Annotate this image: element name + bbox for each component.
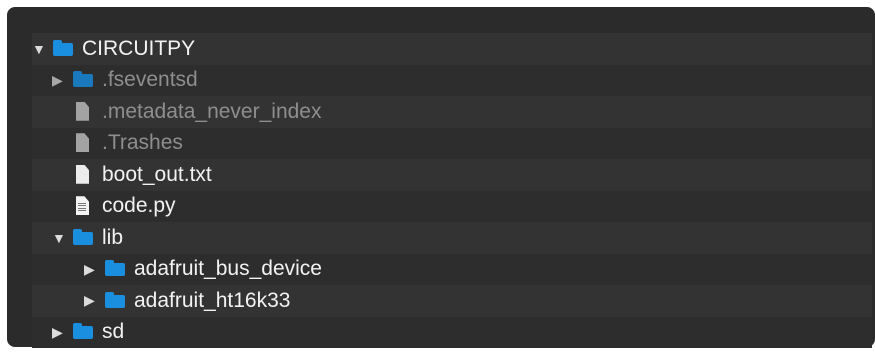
disclosure-collapsed-icon[interactable]: ▶ [52,324,72,341]
python-file-icon [72,195,94,217]
disclosure-expanded-icon[interactable]: ▼ [52,230,72,246]
tree-row-sd[interactable]: ▶ sd [32,316,872,348]
tree-row-adafruit-ht16k33[interactable]: ▶ adafruit_ht16k33 [32,285,872,317]
file-icon [72,132,94,154]
tree-row-code-py[interactable]: code.py [32,190,872,222]
file-browser-window: ▼ CIRCUITPY ▶ .fseventsd .metadata_never… [7,7,875,348]
tree-row-label: adafruit_ht16k33 [134,288,291,312]
tree-row-label: sd [102,320,125,344]
tree-row-label: lib [102,225,124,249]
file-icon [72,101,94,123]
tree-row-label: boot_out.txt [102,162,212,186]
tree-row-label: CIRCUITPY [82,36,196,60]
file-icon [72,164,94,186]
folder-icon [72,227,94,249]
folder-icon [72,321,94,343]
tree-row-label: .metadata_never_index [102,99,322,123]
folder-icon [104,258,126,280]
folder-icon [72,69,94,91]
tree-row-metadata-never-index[interactable]: .metadata_never_index [32,96,872,128]
tree-row-label: adafruit_bus_device [134,257,322,281]
tree-row-circuitpy[interactable]: ▼ CIRCUITPY [32,33,872,65]
tree-row-adafruit-bus-device[interactable]: ▶ adafruit_bus_device [32,253,872,285]
tree-row-boot-out[interactable]: boot_out.txt [32,159,872,191]
tree-row-lib[interactable]: ▼ lib [32,222,872,254]
disclosure-expanded-icon[interactable]: ▼ [32,41,52,57]
tree-row-trashes[interactable]: .Trashes [32,127,872,159]
tree-row-label: code.py [102,194,176,218]
tree-row-fseventsd[interactable]: ▶ .fseventsd [32,64,872,96]
folder-icon [104,290,126,312]
file-tree: ▼ CIRCUITPY ▶ .fseventsd .metadata_never… [32,33,872,348]
folder-icon [52,38,74,60]
disclosure-collapsed-icon[interactable]: ▶ [84,261,104,278]
tree-row-label: .Trashes [102,131,183,155]
disclosure-collapsed-icon[interactable]: ▶ [52,72,72,89]
disclosure-collapsed-icon[interactable]: ▶ [84,292,104,309]
tree-row-label: .fseventsd [102,68,198,92]
